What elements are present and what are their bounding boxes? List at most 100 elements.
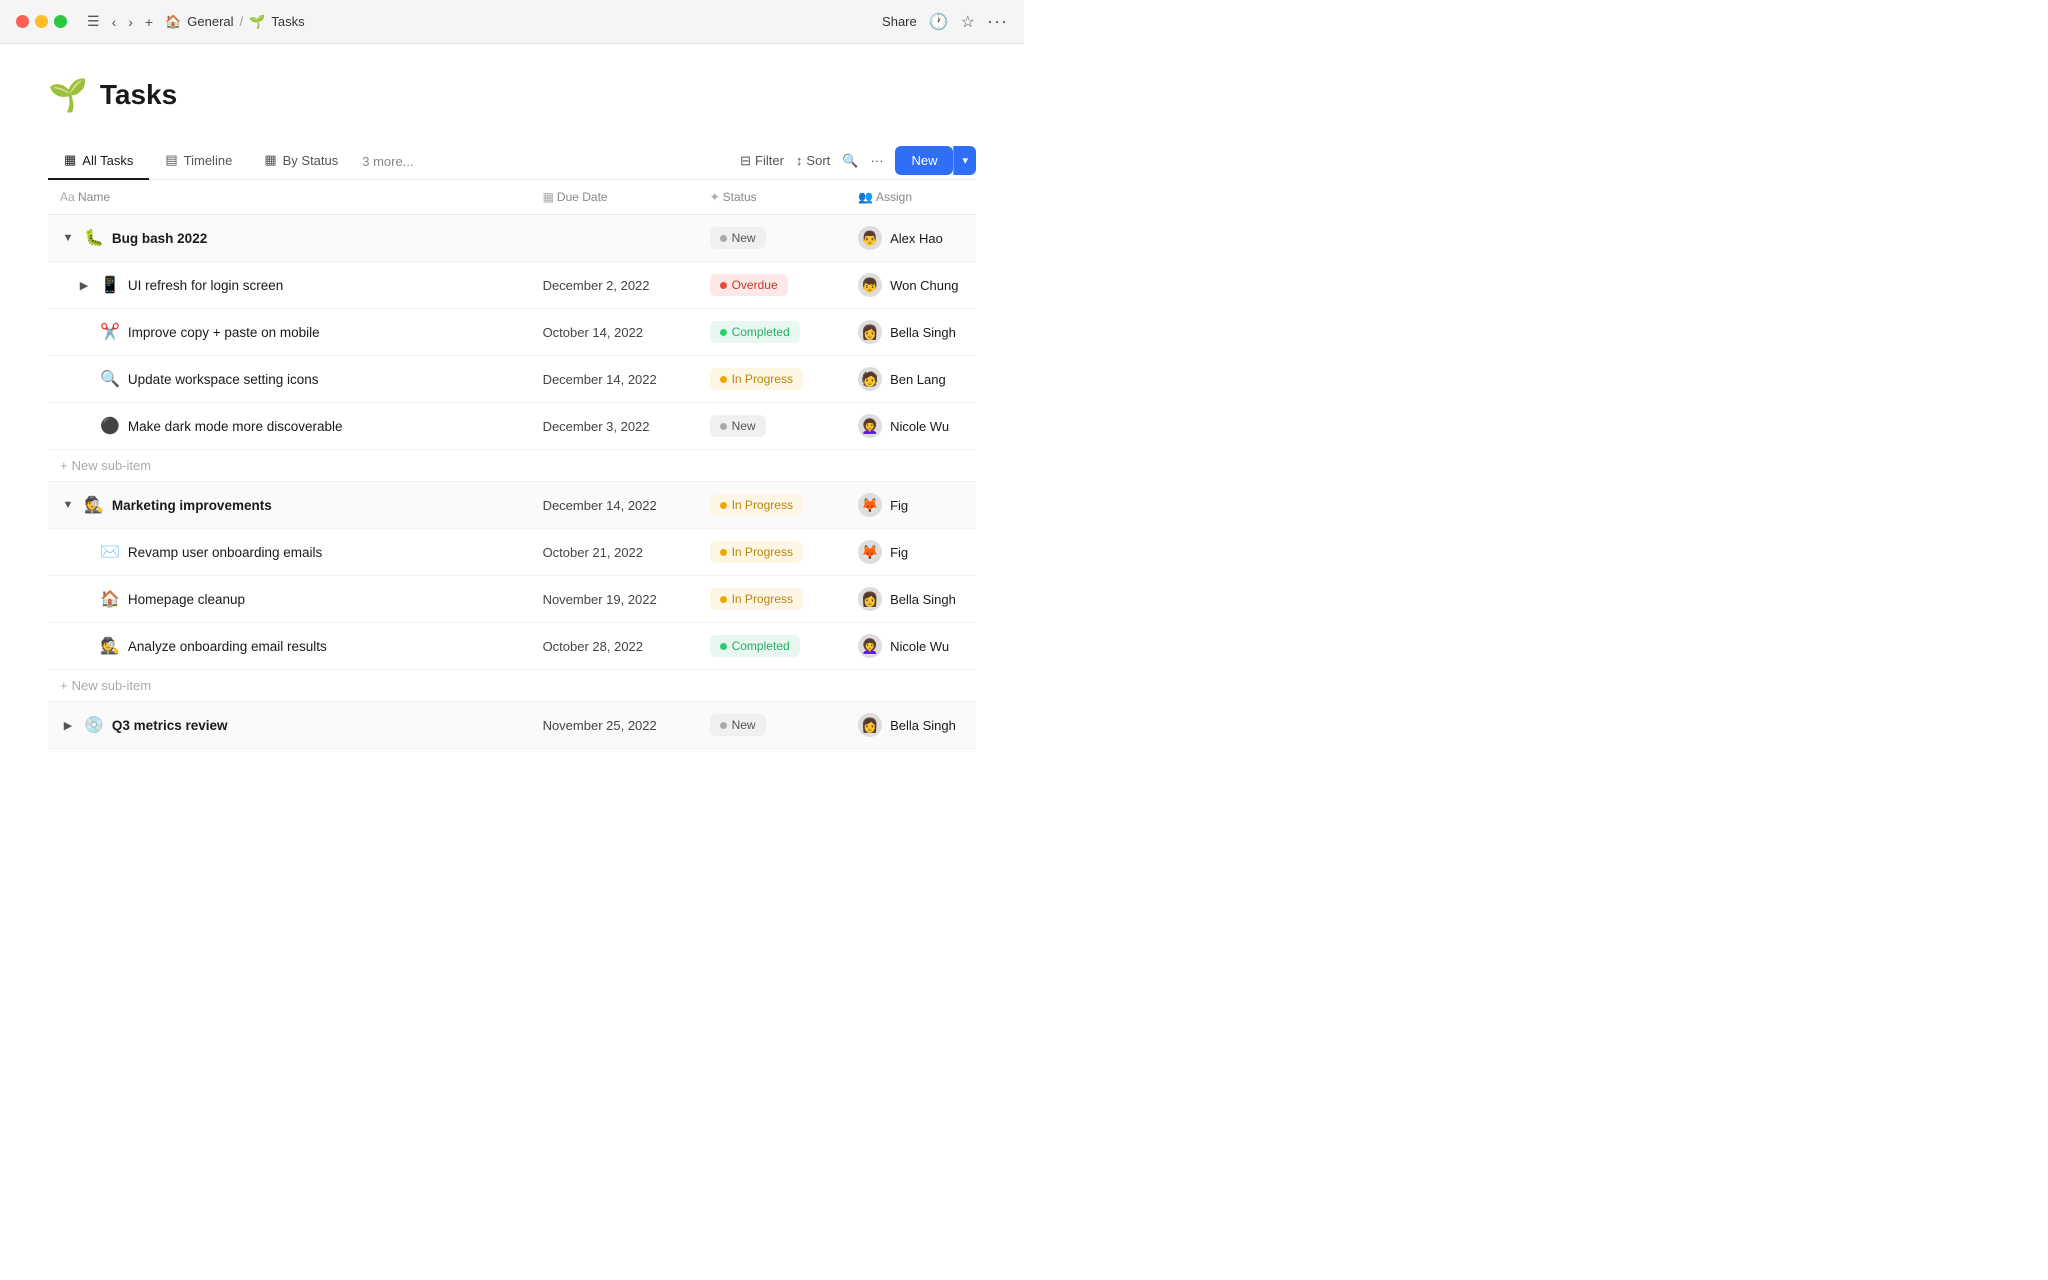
status-badge: Overdue (710, 274, 788, 296)
task-due-cell: December 14, 2022 (531, 356, 698, 403)
due-date: October 14, 2022 (543, 325, 643, 340)
assignee-name: Fig (890, 498, 908, 513)
task-name-cell: ✂️ Improve copy + paste on mobile (48, 309, 531, 356)
toolbar-actions: ⊟ Filter ↕ Sort 🔍 ··· New ▾ (740, 146, 976, 179)
task-status-cell: New (698, 403, 846, 450)
avatar: 🦊 (858, 493, 882, 517)
new-sub-item-row: + New sub-item (48, 670, 976, 702)
filter-icon: ⊟ (740, 153, 751, 169)
task-emoji: 🔍 (100, 369, 120, 389)
breadcrumb-home[interactable]: General (187, 14, 233, 29)
group-status-cell: New (698, 702, 846, 749)
task-name-label: Homepage cleanup (128, 592, 245, 607)
group-status-cell: New (698, 215, 846, 262)
task-emoji: 🕵️ (100, 636, 120, 656)
assignee-name: Fig (890, 545, 908, 560)
assignee-name: Bella Singh (890, 325, 956, 340)
avatar: 👦 (858, 273, 882, 297)
task-status-cell: Overdue (698, 262, 846, 309)
task-name-cell: ▶ 📱 UI refresh for login screen (48, 262, 531, 309)
group-name-cell: ▼ 🕵️ Marketing improvements (48, 482, 531, 529)
group-assign-cell: 👩 Bella Singh (846, 702, 976, 749)
expand-button[interactable]: ▶ (60, 719, 76, 732)
task-name-cell: ⚫ Make dark mode more discoverable (48, 403, 531, 450)
more-button[interactable]: ··· (870, 153, 883, 168)
tab-bar: ▦ All Tasks ▤ Timeline ▦ By Status 3 mor… (48, 142, 422, 179)
table-row: ⚫ Make dark mode more discoverable Decem… (48, 403, 976, 450)
group-emoji: 🐛 (84, 228, 104, 248)
due-date: December 3, 2022 (543, 419, 650, 434)
page-title-row: 🌱 Tasks (48, 76, 976, 114)
sort-button[interactable]: ↕ Sort (796, 153, 830, 168)
search-button[interactable]: 🔍 (842, 153, 858, 169)
new-sub-item-cell: + New sub-item (48, 450, 976, 482)
col-header-assign: 👥Assign (846, 180, 976, 215)
star-icon[interactable]: ☆ (961, 12, 975, 32)
share-button[interactable]: Share (882, 14, 917, 29)
add-button[interactable]: + (141, 12, 157, 32)
expand-button[interactable]: ▼ (60, 232, 76, 244)
group-due-cell: December 14, 2022 (531, 482, 698, 529)
due-date: December 2, 2022 (543, 278, 650, 293)
filter-button[interactable]: ⊟ Filter (740, 153, 784, 169)
new-sub-item-label: New sub-item (72, 678, 151, 693)
group-emoji: 🕵️ (84, 495, 104, 515)
task-emoji: ✉️ (100, 542, 120, 562)
task-assign-cell: 👩 Bella Singh (846, 309, 976, 356)
task-name-cell: ✉️ Revamp user onboarding emails (48, 529, 531, 576)
tabs-more[interactable]: 3 more... (354, 144, 421, 179)
forward-button[interactable]: › (124, 12, 137, 32)
new-button[interactable]: New (895, 146, 953, 175)
tab-by-status[interactable]: ▦ By Status (248, 142, 354, 180)
task-name-label: Improve copy + paste on mobile (128, 325, 320, 340)
tab-all-tasks[interactable]: ▦ All Tasks (48, 142, 149, 180)
group-assign-cell: 👨 Alex Hao (846, 215, 976, 262)
table-row: ▶ 📱 UI refresh for login screen December… (48, 262, 976, 309)
expand-button[interactable]: ▶ (76, 279, 92, 292)
assignee: 🦊 Fig (858, 493, 908, 517)
status-badge: New (710, 714, 766, 736)
group-row: ▶ 💿 Q3 metrics review November 25, 2022 … (48, 702, 976, 749)
assignee-name: Nicole Wu (890, 419, 949, 434)
breadcrumb: 🏠 General / 🌱 Tasks (165, 14, 882, 30)
sort-icon: ↕ (796, 153, 803, 168)
table-row: ✂️ Improve copy + paste on mobile Octobe… (48, 309, 976, 356)
sort-label: Sort (806, 153, 830, 168)
due-date: October 21, 2022 (543, 545, 643, 560)
status-badge: In Progress (710, 494, 803, 516)
task-table: Aa Name ▦Due Date ✦Status 👥Assign ▼ 🐛 Bu… (48, 180, 976, 749)
task-due-cell: November 19, 2022 (531, 576, 698, 623)
tab-timeline[interactable]: ▤ Timeline (149, 142, 248, 180)
breadcrumb-page[interactable]: Tasks (271, 14, 304, 29)
avatar: 🦊 (858, 540, 882, 564)
group-row: ▼ 🐛 Bug bash 2022 New 👨 Alex Hao (48, 215, 976, 262)
minimize-button[interactable] (35, 15, 48, 28)
task-due-cell: December 3, 2022 (531, 403, 698, 450)
home-icon: 🏠 (165, 14, 181, 30)
hamburger-button[interactable]: ☰ (83, 11, 104, 32)
task-name-cell: 🔍 Update workspace setting icons (48, 356, 531, 403)
more-options-button[interactable]: ··· (987, 11, 1008, 32)
maximize-button[interactable] (54, 15, 67, 28)
assignee-name: Alex Hao (890, 231, 943, 246)
task-assign-cell: 👩‍🦱 Nicole Wu (846, 403, 976, 450)
task-name-label: Make dark mode more discoverable (128, 419, 343, 434)
table-row: 🕵️ Analyze onboarding email results Octo… (48, 623, 976, 670)
new-sub-item-button[interactable]: + New sub-item (48, 670, 163, 701)
tab-by-status-label: By Status (283, 153, 339, 168)
group-row: ▼ 🕵️ Marketing improvements December 14,… (48, 482, 976, 529)
close-button[interactable] (16, 15, 29, 28)
clock-icon[interactable]: 🕐 (929, 12, 949, 32)
new-dropdown-button[interactable]: ▾ (953, 146, 976, 175)
avatar: 👩 (858, 713, 882, 737)
task-emoji: 📱 (100, 275, 120, 295)
new-sub-item-button[interactable]: + New sub-item (48, 450, 163, 481)
assignee-name: Won Chung (890, 278, 958, 293)
task-assign-cell: 👩‍🦱 Nicole Wu (846, 623, 976, 670)
assignee: 👩‍🦱 Nicole Wu (858, 634, 949, 658)
back-button[interactable]: ‹ (108, 12, 121, 32)
page-title-icon: 🌱 (48, 76, 88, 114)
task-status-cell: In Progress (698, 356, 846, 403)
group-name-cell: ▼ 🐛 Bug bash 2022 (48, 215, 531, 262)
expand-button[interactable]: ▼ (60, 499, 76, 511)
